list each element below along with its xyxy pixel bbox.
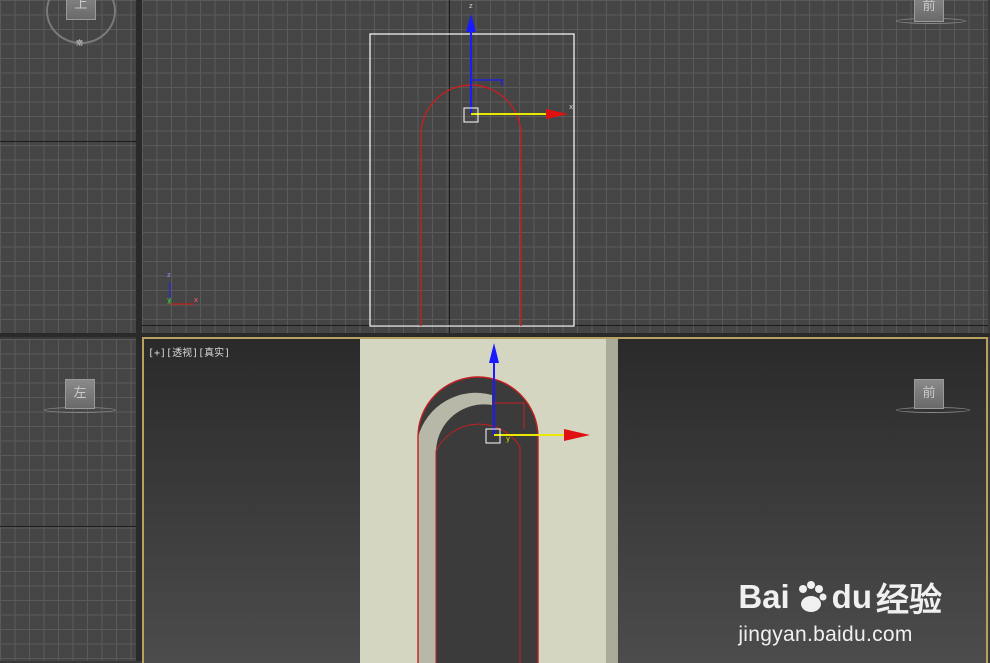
- viewport-left[interactable]: 左: [0, 339, 136, 661]
- viewport-top[interactable]: 上 南: [0, 0, 136, 333]
- view-cube-icon[interactable]: 前: [914, 0, 944, 22]
- grid-axis-horizontal: [0, 526, 136, 527]
- brand-cn: 经验: [876, 581, 942, 618]
- gizmo-x-label: x: [569, 103, 574, 111]
- baidu-watermark: Bai du 经验 jingyan.baidu.com: [738, 573, 942, 647]
- brand-text-1: Bai: [738, 578, 790, 615]
- tripod-y-label: y: [167, 296, 172, 304]
- viewport-label-menu[interactable]: [+][透视][真实]: [148, 344, 230, 359]
- compass-label: 南: [76, 39, 83, 47]
- gizmo-y-label: y: [506, 435, 511, 443]
- baidu-paw-icon: [798, 581, 827, 612]
- front-scene: [169, 14, 575, 327]
- viewport-separator-horizontal[interactable]: [0, 333, 990, 337]
- tripod-x-label: x: [194, 296, 199, 304]
- view-cube-icon[interactable]: 前: [914, 379, 944, 409]
- watermark-url: jingyan.baidu.com: [738, 623, 913, 646]
- grid-axis-horizontal: [0, 141, 136, 142]
- arch-shape: [420, 84, 522, 326]
- gizmo-z-arrow: [466, 14, 476, 32]
- view-cube-icon[interactable]: 左: [65, 379, 95, 409]
- gizmo-z-label: z: [469, 2, 473, 10]
- brand-text-2: du: [831, 578, 872, 615]
- gizmo-x-label: x: [590, 423, 595, 431]
- wall-side: [606, 339, 618, 663]
- view-cube-icon[interactable]: 上: [66, 0, 96, 20]
- baidu-logo: Bai du 经验: [738, 573, 942, 621]
- viewport-front[interactable]: z x z y x 前: [142, 0, 988, 333]
- tripod-z-label: z: [167, 271, 171, 279]
- viewport-separator-vertical[interactable]: [136, 0, 142, 661]
- gizmo-x-arrow: [546, 109, 568, 119]
